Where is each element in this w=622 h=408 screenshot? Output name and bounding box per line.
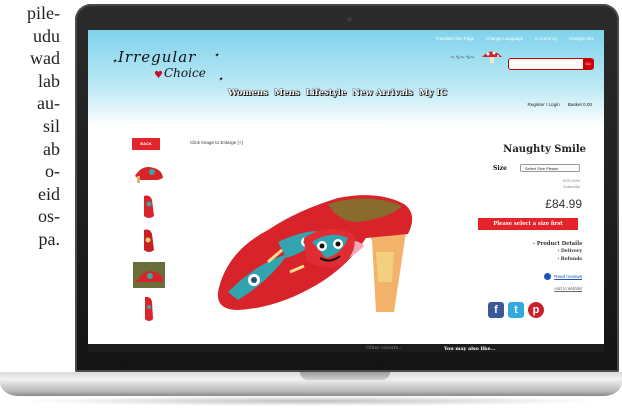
- refunds-link[interactable]: › Refunds: [533, 256, 582, 264]
- top-utility-bar: Translate this Page Change Language £ Cu…: [436, 36, 594, 41]
- logo-line2: Choice: [164, 66, 206, 80]
- star-icon: ✦: [112, 58, 118, 65]
- article-line: udu: [33, 25, 60, 46]
- thumbnail-image[interactable]: [132, 156, 166, 186]
- nav-item-new-arrivals[interactable]: New Arrivals: [352, 88, 413, 98]
- article-line: lab: [38, 70, 60, 91]
- article-line: o-: [45, 161, 60, 182]
- footer-strip: [88, 344, 604, 352]
- size-select[interactable]: Select Size Please: [520, 164, 580, 172]
- subscribe-link[interactable]: Subscribe: [562, 184, 580, 190]
- account-links: Register / Login Basket 0.00: [528, 102, 592, 107]
- currency-link[interactable]: £ Currency: [535, 36, 557, 41]
- article-line: eid: [38, 183, 60, 204]
- laptop-notch: [300, 372, 390, 380]
- pinterest-icon[interactable]: p: [528, 302, 544, 318]
- nav-item-mens[interactable]: Mens: [274, 88, 300, 98]
- twitter-icon[interactable]: t: [508, 302, 524, 318]
- also-like-heading: You may also like...: [444, 346, 496, 352]
- product-reference: SOS 8494 Subscribe: [562, 178, 580, 190]
- main-nav: Womens Mens Lifestyle New Arrivals My IC: [228, 88, 447, 98]
- laptop-shadow: [20, 396, 602, 406]
- add-to-wishlist-link[interactable]: Add to Wishlist: [554, 286, 582, 291]
- product-details-links: › Product Details › Delivery › Refunds: [533, 240, 582, 264]
- register-login-link[interactable]: Register / Login: [528, 102, 560, 107]
- article-text-column: pile- udu wad lab au- sil ab o- eid os- …: [0, 0, 60, 362]
- size-label: Size: [493, 165, 507, 172]
- webcam: [347, 17, 352, 22]
- article-line: ab: [43, 138, 60, 159]
- site-logo[interactable]: ✦ Irregular ♥ Choice ✦ ✦: [112, 48, 238, 88]
- product-title: Naughty Smile: [503, 144, 586, 155]
- back-button[interactable]: BACK: [132, 138, 160, 150]
- nav-item-my-ic[interactable]: My IC: [419, 88, 447, 98]
- product-price: £84.99: [545, 197, 582, 211]
- thumbnail-image[interactable]: [132, 192, 166, 222]
- star-icon: ✦: [214, 52, 220, 59]
- mushroom-icon: [482, 51, 502, 63]
- search-input[interactable]: Go: [508, 58, 594, 70]
- read-reviews-link[interactable]: Read reviews: [554, 274, 582, 279]
- other-colours-heading: Other colours...: [366, 346, 403, 351]
- article-line: os-: [38, 206, 60, 227]
- change-language-link[interactable]: Change Language: [486, 36, 523, 41]
- article-line: pa.: [38, 228, 61, 249]
- translate-link[interactable]: Translate this Page: [436, 36, 475, 41]
- star-icon: ✦: [218, 76, 224, 83]
- nav-item-womens[interactable]: Womens: [228, 88, 268, 98]
- add-to-basket-button[interactable]: Please select a size first: [478, 218, 578, 230]
- thumbnail-image[interactable]: [132, 226, 166, 256]
- search-button[interactable]: Go: [583, 59, 593, 69]
- product-main-image[interactable]: [208, 142, 438, 322]
- thumbnail-image[interactable]: [132, 260, 166, 290]
- article-line: pile-: [27, 3, 60, 23]
- delivery-link[interactable]: › Delivery: [533, 248, 582, 256]
- article-line: wad: [30, 48, 60, 69]
- thumbnail-image[interactable]: [132, 294, 166, 324]
- product-details-link[interactable]: › Product Details: [533, 240, 582, 248]
- nav-item-lifestyle[interactable]: Lifestyle: [306, 88, 347, 98]
- site-header: Translate this Page Change Language £ Cu…: [88, 30, 604, 126]
- heart-icon: ♥: [154, 70, 163, 81]
- laptop-screen: Translate this Page Change Language £ Cu…: [88, 30, 604, 352]
- social-share: f t p: [488, 302, 544, 318]
- basket-link[interactable]: Basket 0.00: [568, 102, 592, 107]
- read-reviews[interactable]: Read reviews: [544, 273, 582, 280]
- change-site-link[interactable]: Change Site: [569, 36, 594, 41]
- article-line: au-: [37, 93, 60, 114]
- article-line: sil: [42, 115, 60, 136]
- reviews-icon: [544, 273, 552, 280]
- logo-line1: Irregular: [118, 48, 197, 66]
- facebook-icon[interactable]: f: [488, 302, 504, 318]
